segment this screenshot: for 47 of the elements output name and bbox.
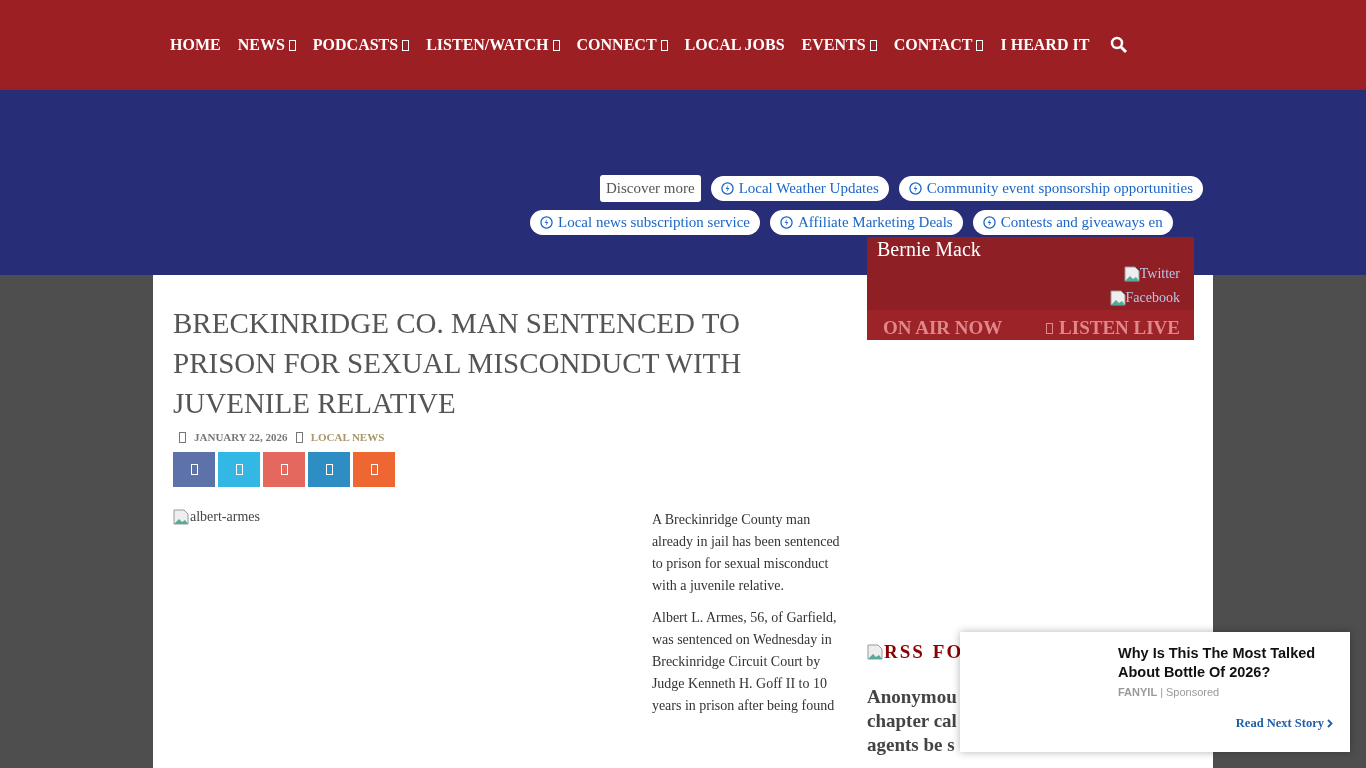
broken-image-icon: [1109, 290, 1126, 306]
bolt-icon: [540, 216, 553, 229]
share-button[interactable]: [173, 452, 215, 487]
broken-image-icon: [867, 644, 883, 660]
nav-link[interactable]: EVENTS: [801, 36, 877, 54]
nav-link[interactable]: CONTACT: [893, 36, 984, 54]
chevron-right-icon: [1327, 719, 1333, 728]
ad-headline[interactable]: Why Is This The Most Talked About Bottle Of 2026?: [1118, 644, 1333, 682]
share-button[interactable]: [353, 452, 395, 487]
nav-link[interactable]: CONNECT: [576, 36, 668, 54]
search-icon[interactable]: [1110, 36, 1129, 54]
topic-chip[interactable]: Community event sponsorship opportunities: [898, 176, 1203, 201]
nav-link[interactable]: LISTEN/WATCH: [426, 36, 560, 54]
nav-link[interactable]: HOME: [170, 36, 221, 54]
topic-chip[interactable]: Affiliate Marketing Deals: [770, 210, 963, 235]
article-paragraph: A Breckinridge County man already in jail has been sentenced to prison for sexual misconduct with a juvenile relative.: [651, 511, 841, 595]
social-link[interactable]: Facebook: [1109, 290, 1180, 306]
on-air-label: ON AIR NOW: [883, 316, 1003, 340]
discover-more-label: Discover more: [599, 175, 701, 202]
bolt-icon: [780, 216, 794, 229]
ad-brand: FANYIL: [1118, 686, 1158, 698]
nav-link[interactable]: I HEARD IT: [1000, 36, 1090, 54]
topic-chip[interactable]: Local news subscription service: [530, 210, 761, 235]
share-button[interactable]: [263, 452, 305, 487]
broken-image-icon: [173, 509, 189, 525]
nav-link[interactable]: LOCAL JOBS: [684, 36, 785, 54]
article-paragraph: Albert L. Armes, 56, of Garfield, was sentenced on Wednesday in Breckinridge Circuit Court by Judge Kenneth H. Goff II to 10 years in prison after being found: [651, 609, 838, 715]
article-date: JANUARY 22, 2026: [194, 431, 288, 443]
read-next-link[interactable]: Read Next Story: [1118, 716, 1333, 731]
bolt-icon: [720, 182, 734, 195]
sidebar-heading: FO: [932, 641, 964, 663]
bolt-icon: [982, 216, 996, 229]
nav-link[interactable]: NEWS: [237, 36, 296, 54]
share-button[interactable]: [308, 452, 350, 487]
sponsored-label: Sponsored: [1166, 686, 1220, 698]
bolt-icon: [908, 182, 922, 195]
share-button[interactable]: [218, 452, 260, 487]
rss-alt-text: RSS: [884, 641, 925, 663]
host-name: Bernie Mack: [876, 237, 982, 262]
ad-separator: |: [1160, 686, 1163, 698]
topic-chip[interactable]: Local Weather Updates: [710, 176, 889, 201]
nav-link[interactable]: PODCASTS: [312, 36, 410, 54]
article-title: BRECKINRIDGE CO. MAN SENTENCED TO PRISON FOR SEXUAL MISCONDUCT WITH JUVENILE RELATIVE: [173, 306, 743, 421]
image-alt-text: albert-armes: [190, 509, 260, 525]
topic-chip[interactable]: Contests and giveaways en: [972, 210, 1173, 235]
broken-image-icon: [1123, 266, 1140, 282]
social-link[interactable]: Twitter: [1123, 266, 1180, 282]
